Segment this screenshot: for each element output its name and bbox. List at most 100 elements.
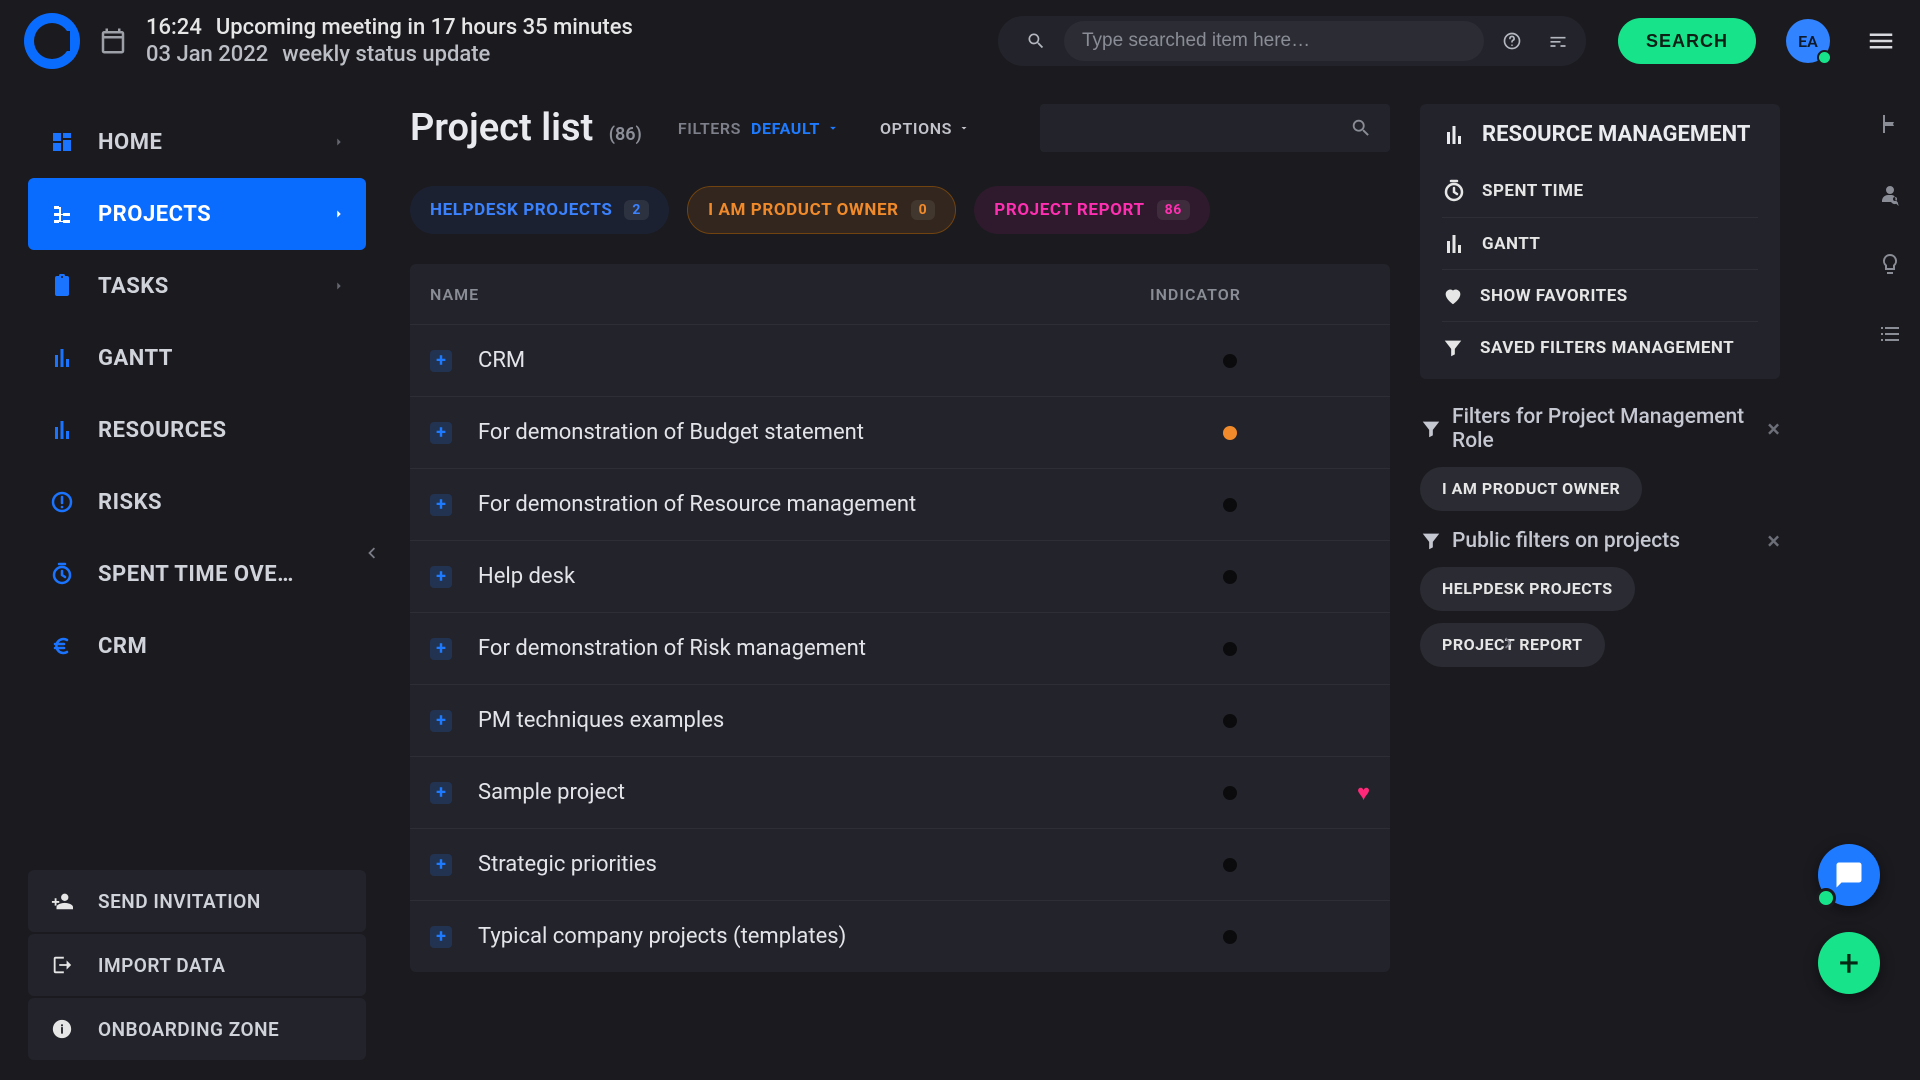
filter-pill-i-am-product-owner[interactable]: I AM PRODUCT OWNER0 <box>687 186 956 234</box>
sidebar-action-label: ONBOARDING ZONE <box>98 1018 279 1041</box>
right-panel: RESOURCE MANAGEMENT SPENT TIMEGANTT SHOW … <box>1420 104 1780 1060</box>
expand-icon[interactable]: + <box>430 638 452 660</box>
search-button[interactable]: SEARCH <box>1618 18 1756 64</box>
pill-label: PROJECT REPORT <box>994 200 1144 220</box>
sidebar-item-home[interactable]: HOME <box>28 106 366 178</box>
collapse-sidebar-icon[interactable] <box>360 542 382 564</box>
dashboard-icon <box>48 130 76 154</box>
menu-icon[interactable] <box>1866 26 1896 56</box>
expand-icon[interactable]: + <box>430 854 452 876</box>
info-icon <box>48 1018 76 1040</box>
table-row[interactable]: + Help desk <box>410 540 1390 612</box>
help-icon[interactable] <box>1494 31 1530 51</box>
filter-pill-helpdesk-projects[interactable]: HELPDESK PROJECTS2 <box>410 186 669 234</box>
sidebar-item-tasks[interactable]: TASKS <box>28 250 366 322</box>
checklist-icon[interactable] <box>1878 322 1902 346</box>
sidebar-item-spent-time-ove-[interactable]: SPENT TIME OVE… <box>28 538 366 610</box>
sidebar-action-send-invitation[interactable]: SEND INVITATION <box>28 870 366 932</box>
expand-icon[interactable]: + <box>430 350 452 372</box>
sidebar-item-gantt[interactable]: GANTT <box>28 322 366 394</box>
chevron-right-icon <box>332 207 346 221</box>
panel-title-text: RESOURCE MANAGEMENT <box>1482 122 1750 147</box>
expand-icon[interactable]: + <box>430 494 452 516</box>
filters-label: FILTERS <box>678 119 741 138</box>
funnel-icon <box>1420 418 1442 440</box>
table-row[interactable]: +PM techniques examples <box>410 684 1390 756</box>
upcoming-meeting: 16:24 Upcoming meeting in 17 hours 35 mi… <box>146 14 633 69</box>
sidebar-item-risks[interactable]: RISKS <box>28 466 366 538</box>
indicator-dot <box>1223 786 1237 800</box>
expand-icon[interactable]: + <box>430 566 452 588</box>
sidebar-item-resources[interactable]: RESOURCES <box>28 394 366 466</box>
add-fab[interactable]: + <box>1818 932 1880 994</box>
indicator-dot <box>1223 714 1237 728</box>
chevron-down-icon <box>958 122 970 134</box>
filter-chip[interactable]: HELPDESK PROJECTS <box>1420 567 1635 611</box>
filter-group-title: Filters for Project Management Role <box>1452 405 1757 453</box>
search-input[interactable] <box>1064 21 1484 61</box>
options-label: OPTIONS <box>880 119 952 138</box>
sidebar: HOME PROJECTS TASKS GANTT RESOURCES RISKS SPEN… <box>0 82 380 1080</box>
calendar-icon[interactable] <box>98 26 128 56</box>
col-name[interactable]: NAME <box>430 285 1150 304</box>
panel-item-label: SHOW FAVORITES <box>1480 286 1628 306</box>
table-row[interactable]: +For demonstration of Resource managemen… <box>410 468 1390 540</box>
sidebar-action-import-data[interactable]: IMPORT DATA <box>28 934 366 996</box>
sidebar-item-label: RISKS <box>98 490 162 515</box>
sidebar-action-onboarding-zone[interactable]: ONBOARDING ZONE <box>28 998 366 1060</box>
bars-icon <box>48 418 76 442</box>
options-dropdown[interactable]: OPTIONS <box>880 119 970 138</box>
table-row[interactable]: +Sample project♥ <box>410 756 1390 828</box>
sidebar-item-label: TASKS <box>98 274 169 299</box>
expand-icon[interactable]: + <box>430 782 452 804</box>
topbar: 16:24 Upcoming meeting in 17 hours 35 mi… <box>0 0 1920 82</box>
indicator-dot <box>1223 426 1237 440</box>
table-row[interactable]: +Strategic priorities <box>410 828 1390 900</box>
sidebar-item-projects[interactable]: PROJECTS <box>28 178 366 250</box>
chat-fab[interactable] <box>1818 844 1880 906</box>
pill-label: HELPDESK PROJECTS <box>430 200 612 220</box>
panel-item-show-favorites[interactable]: SHOW FAVORITES <box>1442 269 1758 321</box>
flag-icon[interactable] <box>1878 112 1902 136</box>
bulb-icon[interactable] <box>1878 252 1902 276</box>
expand-icon[interactable]: + <box>430 926 452 948</box>
filter-chip[interactable]: I AM PRODUCT OWNER <box>1420 467 1642 511</box>
project-name: Typical company projects (templates) <box>478 924 1150 949</box>
user-search-icon[interactable] <box>1878 182 1902 206</box>
table-row[interactable]: +For demonstration of Budget statement <box>410 396 1390 468</box>
expand-icon[interactable]: + <box>430 422 452 444</box>
clock-icon <box>1442 179 1466 203</box>
sidebar-item-label: PROJECTS <box>98 202 211 227</box>
search-icon <box>1018 31 1054 51</box>
sidebar-item-label: RESOURCES <box>98 418 227 443</box>
close-icon[interactable]: × <box>1767 534 1780 548</box>
table-row[interactable]: +For demonstration of Risk management <box>410 612 1390 684</box>
export-icon <box>48 954 76 976</box>
collapse-right-panel-icon[interactable] <box>1498 632 1520 654</box>
col-indicator[interactable]: INDICATOR <box>1150 285 1310 304</box>
global-search[interactable] <box>998 16 1586 66</box>
expand-icon[interactable]: + <box>430 710 452 732</box>
indicator-dot <box>1223 498 1237 512</box>
filters-dropdown[interactable]: DEFAULT <box>751 119 840 138</box>
table-row[interactable]: + Typical company projects (templates) <box>410 900 1390 972</box>
panel-item-gantt[interactable]: GANTT <box>1442 217 1758 269</box>
filter-pill-project-report[interactable]: PROJECT REPORT86 <box>974 186 1210 234</box>
panel-item-saved-filters-management[interactable]: SAVED FILTERS MANAGEMENT <box>1442 321 1758 373</box>
euro-icon <box>48 634 76 658</box>
panel-item-label: SAVED FILTERS MANAGEMENT <box>1480 338 1734 358</box>
tune-icon[interactable] <box>1540 31 1576 51</box>
avatar[interactable]: EA <box>1786 19 1830 63</box>
right-rail <box>1860 82 1920 1080</box>
favorite-icon[interactable]: ♥ <box>1357 780 1370 806</box>
app-logo[interactable] <box>24 13 80 69</box>
bars-icon <box>1442 123 1466 147</box>
panel-item-spent-time[interactable]: SPENT TIME <box>1442 165 1758 217</box>
pill-count: 0 <box>911 200 936 220</box>
sidebar-item-crm[interactable]: CRM <box>28 610 366 682</box>
indicator-dot <box>1223 354 1237 368</box>
project-name: Help desk <box>478 564 1150 589</box>
project-search[interactable] <box>1040 104 1390 152</box>
close-icon[interactable]: × <box>1767 422 1780 436</box>
table-row[interactable]: +CRM <box>410 324 1390 396</box>
